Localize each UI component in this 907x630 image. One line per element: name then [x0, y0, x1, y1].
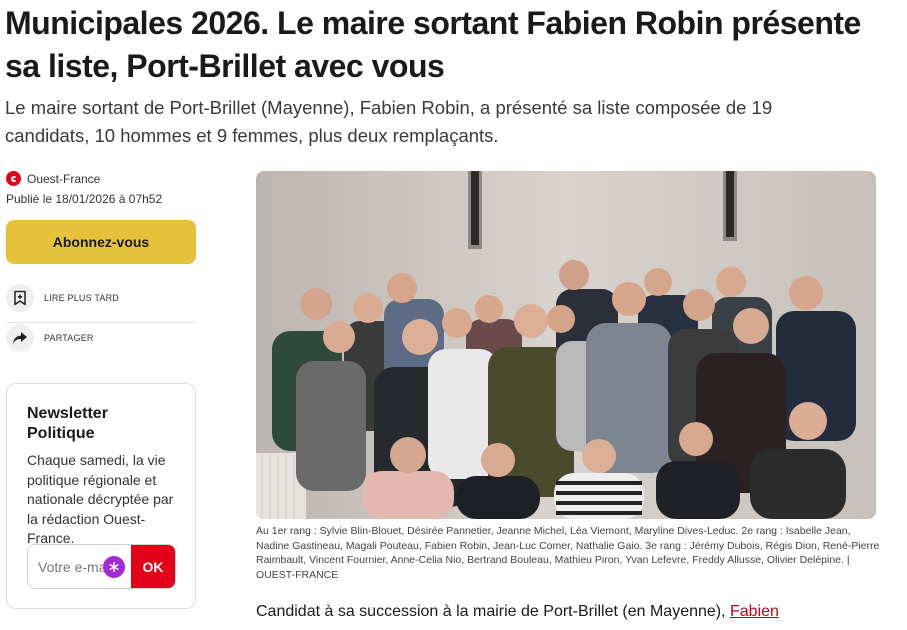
share-label: PARTAGER [44, 333, 94, 343]
source-name[interactable]: Ouest-France [27, 172, 100, 186]
article-source[interactable]: Ouest-France [6, 171, 100, 186]
read-later-button[interactable]: LIRE PLUS TARD [6, 284, 196, 323]
read-later-label: LIRE PLUS TARD [44, 293, 119, 303]
newsletter-description: Chaque samedi, la vie politique régional… [27, 452, 174, 546]
fabien-robin-link[interactable]: Fabien [730, 603, 779, 620]
share-button[interactable]: PARTAGER [6, 324, 196, 352]
article-headline: Municipales 2026. Le maire sortant Fabie… [5, 5, 861, 84]
browser-extension-icon[interactable] [103, 556, 125, 578]
newsletter-title: Newsletter Politique [27, 405, 108, 442]
article-lead: Le maire sortant de Port-Brillet (Mayenn… [5, 97, 773, 146]
article-photo[interactable] [256, 171, 876, 519]
subscribe-button[interactable]: Abonnez-vous [6, 220, 196, 264]
bookmark-plus-icon [6, 284, 34, 312]
body-text-start: Candidat à sa succession à la mairie de … [256, 603, 730, 620]
photo-caption: Au 1er rang : Sylvie Blin-Blouet, Désiré… [256, 525, 880, 581]
share-arrow-icon [6, 324, 34, 352]
article-body-paragraph: Candidat à sa succession à la mairie de … [256, 601, 896, 623]
ouest-france-logo-icon [6, 171, 21, 186]
newsletter-submit-button[interactable]: OK [131, 545, 175, 588]
group-photo-image [256, 171, 876, 519]
newsletter-form: OK [27, 544, 176, 589]
newsletter-box: Newsletter Politique Chaque samedi, la v… [6, 383, 196, 609]
publish-date: Publié le 18/01/2026 à 07h52 [6, 192, 163, 206]
